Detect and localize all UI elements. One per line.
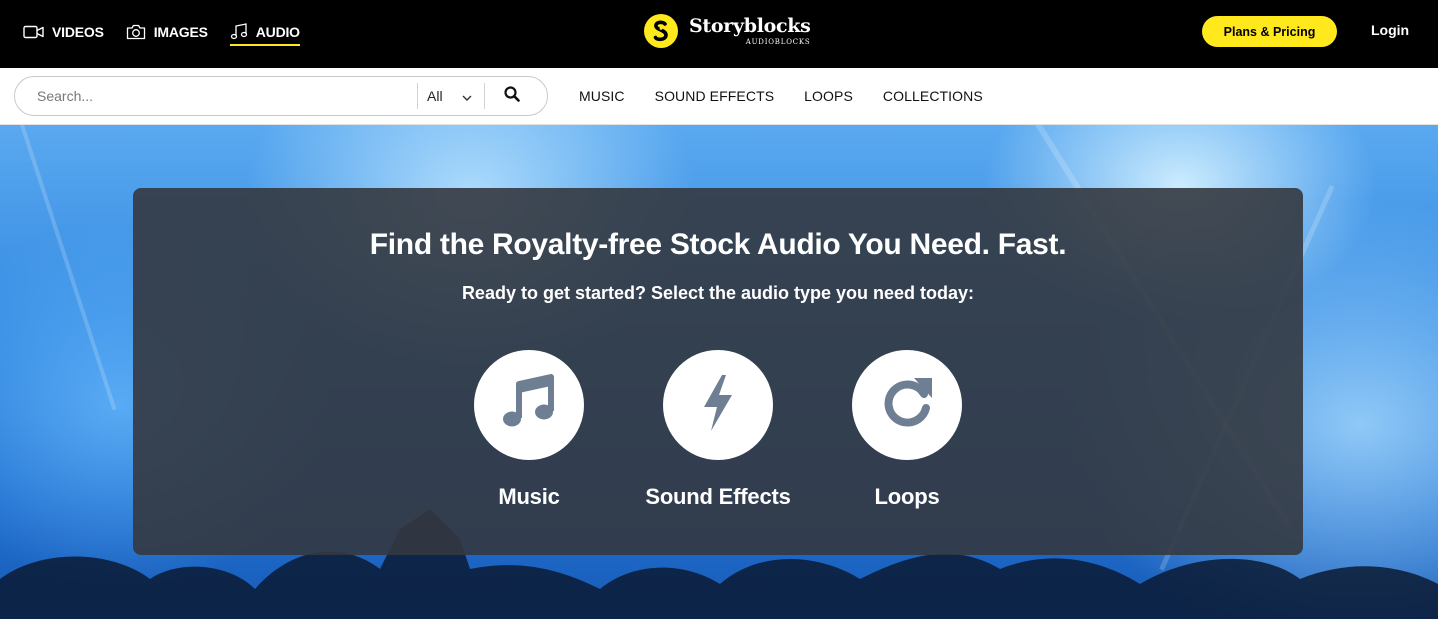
sound-effects-choice-button[interactable]: Sound Effects [628,350,808,510]
plans-and-pricing-button[interactable]: Plans & Pricing [1202,16,1337,47]
tab-videos[interactable]: VIDEOS [23,20,104,44]
tab-videos-label: VIDEOS [52,24,104,40]
hero-subline: Ready to get started? Select the audio t… [461,283,975,303]
search-and-category-bar: All MUSIC SOUND EFFECTS LOOPS COLLECTION… [0,68,1438,125]
search-button[interactable] [483,77,541,115]
logo-wordmark: Storyblocks [689,15,811,37]
loops-choice-label: Loops [874,484,940,509]
music-choice-button[interactable]: Music [439,350,619,510]
search-scope-dropdown[interactable]: All [418,88,484,104]
video-camera-icon [23,25,44,39]
music-note-icon [230,23,248,41]
hero-section: Find the Royalty-free Stock Audio You Ne… [0,125,1438,619]
category-nav: MUSIC SOUND EFFECTS LOOPS COLLECTIONS [579,88,983,104]
logo-subbrand: AUDIOBLOCKS [745,38,811,46]
tab-images-label: IMAGES [153,24,208,40]
nav-sound-effects[interactable]: SOUND EFFECTS [655,88,775,104]
search-box: All [14,76,548,116]
tab-audio-label: AUDIO [255,24,300,40]
chevron-down-icon [462,88,472,104]
tab-audio[interactable]: AUDIO [229,20,300,46]
lightning-bolt-icon [698,373,738,438]
top-navigation-bar: VIDEOS IMAGES AUDIO Storyblocks AUDIOBLO… [0,0,1438,68]
media-type-tabs: VIDEOS IMAGES AUDIO [23,20,300,46]
nav-loops[interactable]: LOOPS [804,88,853,104]
loops-choice-button[interactable]: Loops [817,350,997,510]
light-beam [20,125,117,411]
search-icon [504,85,520,107]
music-choice-label: Music [498,484,560,509]
login-link[interactable]: Login [1371,22,1409,38]
nav-music[interactable]: MUSIC [579,88,625,104]
search-scope-value: All [427,88,443,104]
tab-images[interactable]: IMAGES [126,20,208,44]
hero-headline: Find the Royalty-free Stock Audio You Ne… [369,228,1067,261]
camera-icon [126,24,146,40]
sound-effects-choice-label: Sound Effects [645,484,791,509]
search-input[interactable] [37,81,417,111]
nav-collections[interactable]: COLLECTIONS [883,88,983,104]
music-note-icon [501,373,557,437]
audio-type-selector-panel: Find the Royalty-free Stock Audio You Ne… [133,188,1303,555]
storyblocks-logo[interactable]: Storyblocks AUDIOBLOCKS [644,14,811,48]
refresh-loop-icon [878,374,936,437]
storyblocks-logo-icon [644,14,678,48]
